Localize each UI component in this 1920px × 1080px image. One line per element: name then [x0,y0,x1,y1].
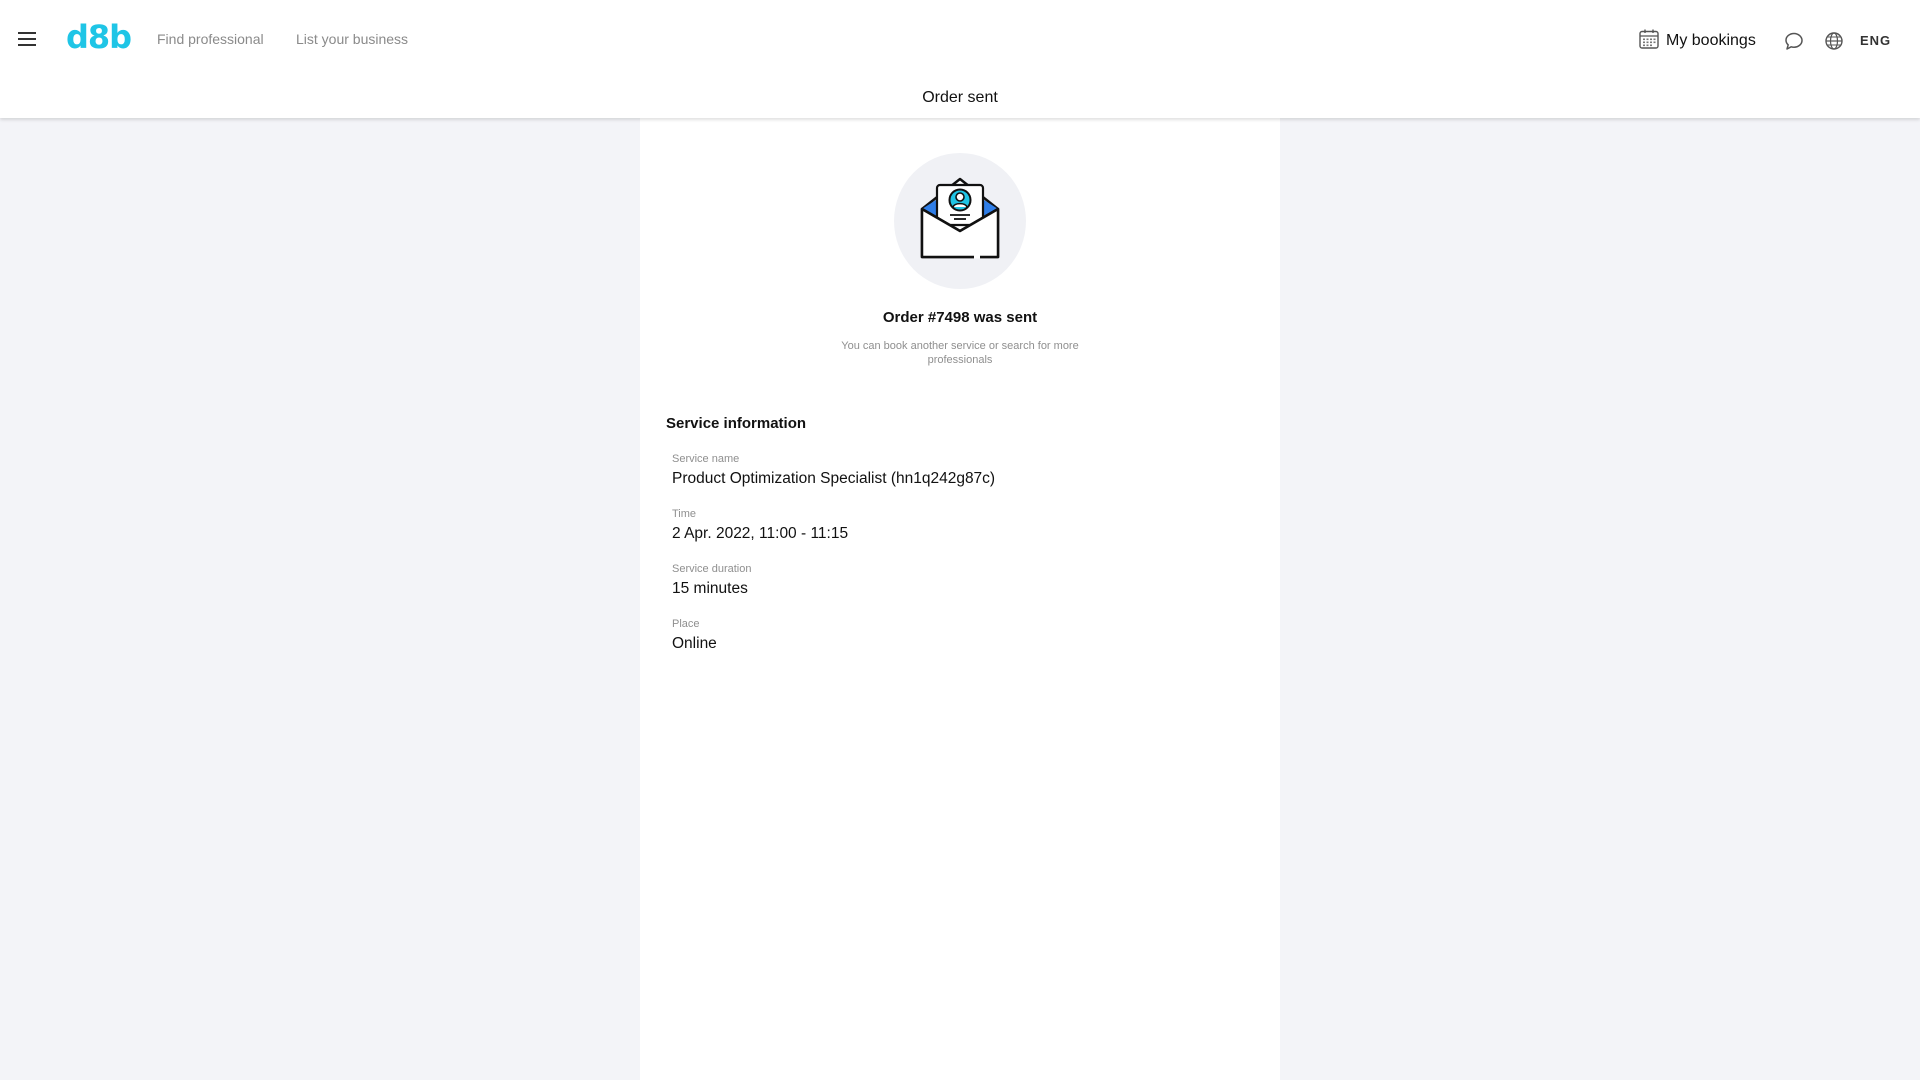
field-place: Place Online [672,618,717,653]
nav-bar: d8b Find professional List your business… [0,0,1920,80]
nav-find-professional[interactable]: Find professional [157,31,264,47]
field-label: Time [672,508,697,520]
logo[interactable]: d8b [66,18,132,56]
field-value: Online [672,635,717,652]
order-confirmation-subtitle: You can book another service or search f… [841,340,1079,366]
nav-list-your-business[interactable]: List your business [296,31,408,47]
field-label: Service duration [672,563,752,575]
chat-icon[interactable] [1783,30,1805,52]
field-service-duration: Service duration 15 minutes [672,563,752,598]
language-selector[interactable]: ENG [1860,33,1891,48]
page-title: Order sent [922,89,998,106]
field-label: Place [672,618,700,630]
field-value: 15 minutes [672,580,748,597]
menu-icon[interactable] [16,28,38,50]
field-value: Product Optimization Specialist (hn1q242… [672,470,996,487]
my-bookings-label: My bookings [1666,32,1756,49]
field-label: Service name [672,453,740,465]
order-card: Order #7498 was sent You can book anothe… [640,118,1280,1080]
globe-icon[interactable] [1823,30,1845,52]
field-time: Time 2 Apr. 2022, 11:00 - 11:15 [672,508,848,543]
field-value: 2 Apr. 2022, 11:00 - 11:15 [672,525,849,542]
header: d8b Find professional List your business… [0,0,1920,118]
service-information-heading: Service information [666,415,807,432]
my-bookings-button[interactable]: My bookings [1638,29,1756,53]
field-service-name: Service name Product Optimization Specia… [672,453,995,488]
calendar-icon [1638,28,1660,55]
order-confirmation-title: Order #7498 was sent [882,309,1038,326]
envelope-profile-illustration [894,153,1026,289]
